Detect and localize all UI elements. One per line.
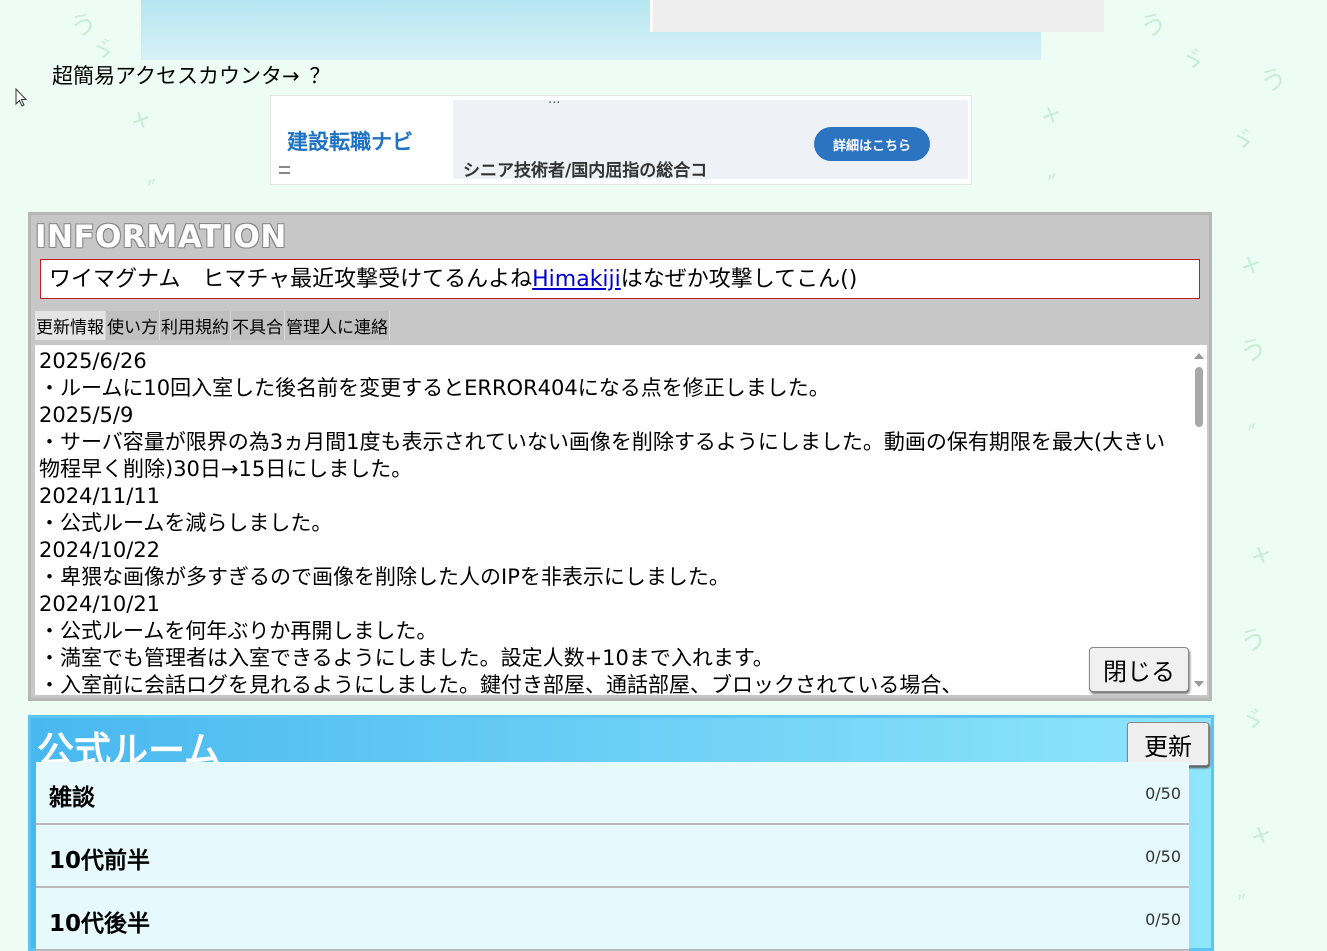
tab-terms[interactable]: 利用規約 (160, 311, 231, 340)
menu-icon[interactable] (279, 166, 290, 174)
official-rooms-panel: 公式ルーム 更新 雑談 0/50 10代前半 0/50 10代後半 0/50 (28, 715, 1214, 951)
scroll-up-arrow-icon[interactable] (1194, 353, 1204, 359)
close-button[interactable]: 閉じる (1089, 647, 1189, 692)
log-entry: ・満室でも管理者は入室できるようにしました。設定人数+10まで入れます。 (39, 646, 774, 670)
room-name: 雑談 (49, 785, 95, 811)
ad-partial-text: ... (548, 100, 560, 107)
room-item[interactable]: 10代前半 0/50 (36, 825, 1189, 888)
access-counter-label: 超簡易アクセスカウンタ→ (52, 64, 300, 88)
log-entry: ・公式ルームを何年ぶりか再開しました。 (39, 619, 438, 643)
himakiji-link[interactable]: Himakiji (532, 267, 621, 292)
tab-contact-admin[interactable]: 管理人に連絡 (285, 311, 390, 340)
log-date: 2024/10/22 (39, 538, 161, 562)
ad-logo[interactable]: 建設転職ナビ (287, 126, 413, 156)
information-panel: INFORMATION ワイマグナム ヒマチャ最近攻撃受けてるんよねHimaki… (28, 212, 1212, 701)
ad-details-button[interactable]: 詳細はこちら (814, 127, 930, 161)
notice-text: ワイマグナム ヒマチャ最近攻撃受けてるんよね (49, 267, 533, 292)
room-count: 0/50 (1145, 847, 1181, 866)
log-date: 2025/6/26 (39, 349, 147, 373)
log-entry: ・ルームに10回入室した後名前を変更するとERROR404になる点を修正しました… (39, 376, 830, 400)
information-tabs: 更新情報 使い方 利用規約 不具合 管理人に連絡 (35, 311, 390, 340)
advertisement-banner[interactable]: 建設転職ナビ ... シニア技術者/国内屈指の総合コ 詳細はこちら (270, 95, 972, 185)
room-item[interactable]: 10代後半 0/50 (36, 888, 1189, 951)
notice-text-suffix: はなぜか攻撃してこん() (620, 267, 858, 292)
room-item[interactable]: 雑談 0/50 (36, 762, 1189, 825)
room-name: 10代後半 (49, 911, 151, 937)
log-date: 2025/5/9 (39, 403, 134, 427)
room-name: 10代前半 (49, 848, 151, 874)
ad-panel[interactable]: ... シニア技術者/国内屈指の総合コ 詳細はこちら (453, 100, 968, 179)
log-entry: ・卑猥な画像が多すぎるので画像を削除した人のIPを非表示にしました。 (39, 565, 730, 589)
tab-bugs[interactable]: 不具合 (231, 311, 285, 340)
log-entry: ・入室前に会話ログを見れるようにしました。鍵付き部屋、通話部屋、ブロックされてい… (39, 673, 963, 695)
room-count: 0/50 (1145, 784, 1181, 803)
refresh-button[interactable]: 更新 (1127, 722, 1209, 766)
scroll-down-arrow-icon[interactable] (1194, 681, 1204, 687)
mouse-cursor-icon (15, 88, 28, 107)
log-entry: ・サーバ容量が限界の為3ヵ月間1度も表示されていない画像を削除するようにしました… (39, 430, 1166, 481)
log-entry: ・公式ルームを減らしました。 (39, 511, 333, 535)
information-title: INFORMATION (35, 219, 287, 255)
ad-text: シニア技術者/国内屈指の総合コ (463, 161, 708, 179)
access-counter-value: ？ (309, 64, 331, 88)
log-date: 2024/11/11 (39, 484, 161, 508)
top-banner-panel (650, 0, 1104, 32)
scrollbar-thumb[interactable] (1195, 367, 1203, 427)
log-date: 2024/10/21 (39, 592, 161, 616)
room-list: 雑談 0/50 10代前半 0/50 10代後半 0/50 (36, 762, 1189, 951)
notice-box: ワイマグナム ヒマチャ最近攻撃受けてるんよねHimakijiはなぜか攻撃してこん… (40, 259, 1200, 299)
update-log[interactable]: 2025/6/26 ・ルームに10回入室した後名前を変更するとERROR404に… (35, 345, 1207, 695)
tab-how-to-use[interactable]: 使い方 (106, 311, 160, 340)
room-count: 0/50 (1145, 910, 1181, 929)
access-counter: 超簡易アクセスカウンタ→ ？ (52, 60, 331, 90)
log-scrollbar[interactable] (1191, 345, 1207, 695)
tab-updates[interactable]: 更新情報 (35, 311, 106, 340)
